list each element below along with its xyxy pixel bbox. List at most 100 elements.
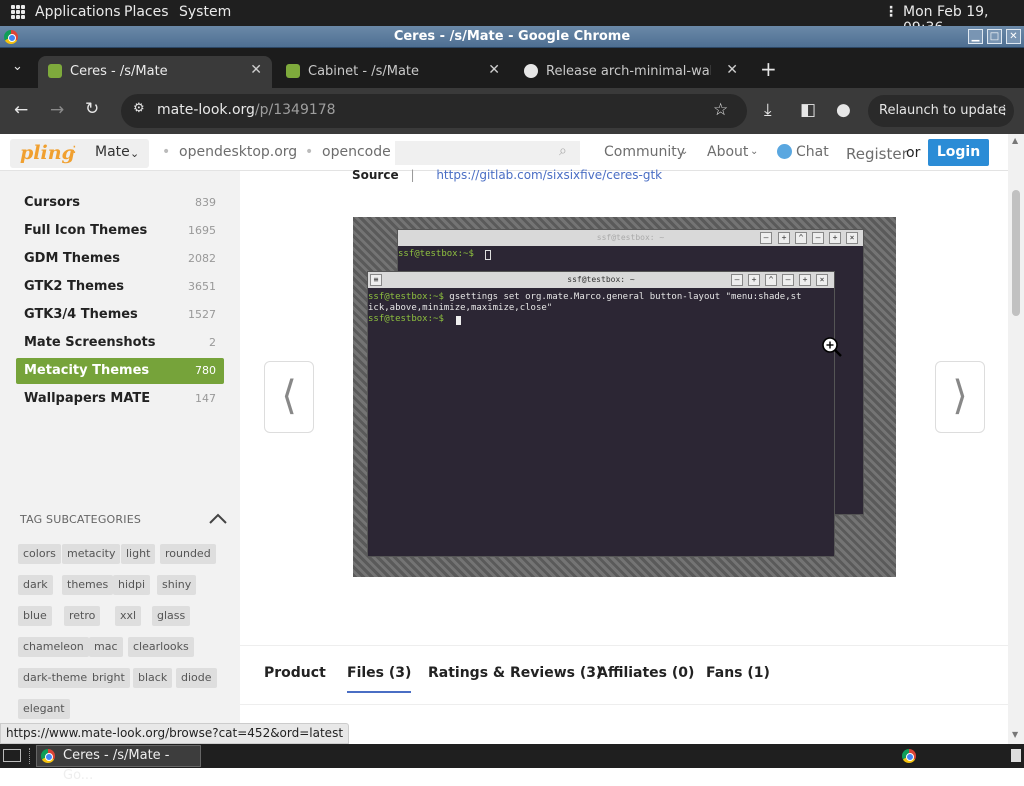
term-above-icon: ^ xyxy=(795,232,807,244)
scroll-up-icon[interactable]: ▲ xyxy=(1012,136,1018,145)
tag-shiny[interactable]: shiny xyxy=(157,575,197,595)
tab-ceres[interactable]: Ceres - /s/Mate ✕ xyxy=(38,56,272,88)
nav-about[interactable]: About xyxy=(707,144,748,160)
category-cursors[interactable]: Cursors 839 xyxy=(16,190,224,216)
chevron-up-icon[interactable] xyxy=(208,512,228,526)
product-screenshot[interactable]: ssf@testbox: ~ – + ^ – + × ssf@testbox:~… xyxy=(353,217,896,577)
tag-light[interactable]: light xyxy=(121,544,156,564)
maximize-icon[interactable]: □ xyxy=(987,29,1002,44)
side-panel-icon[interactable]: ◧ xyxy=(800,100,816,120)
site-info-icon[interactable]: ⚙ xyxy=(133,101,145,116)
tab-search-chevron-icon[interactable]: ⌄ xyxy=(12,59,23,74)
pling-logo[interactable]: pling xyxy=(20,142,75,164)
tab-cabinet[interactable]: Cabinet - /s/Mate ✕ xyxy=(276,56,510,88)
show-desktop-icon[interactable] xyxy=(3,749,21,762)
address-bar[interactable]: ⚙ mate-look.org/p/1349178 ☆ xyxy=(121,94,747,128)
tag-chameleon[interactable]: chameleon xyxy=(18,637,89,657)
tab-affiliates[interactable]: Affiliates (0) xyxy=(597,665,694,681)
chevron-down-icon: ⌄ xyxy=(750,146,759,157)
taskbar-item-chrome[interactable]: Ceres - /s/Mate - Go... xyxy=(36,745,201,783)
tag-blue[interactable]: blue xyxy=(18,606,52,626)
source-link[interactable]: https://gitlab.com/sixsixfive/ceres-gtk xyxy=(436,168,662,182)
tab-product[interactable]: Product xyxy=(264,665,326,681)
scroll-thumb[interactable] xyxy=(1012,190,1020,316)
apps-grid-icon[interactable] xyxy=(11,5,25,19)
tag-themes[interactable]: themes xyxy=(62,575,114,595)
search-input[interactable] xyxy=(395,141,580,165)
window-title-bar[interactable]: Ceres - /s/Mate - Google Chrome ▁ □ ✕ xyxy=(0,26,1024,48)
nav-community[interactable]: Community xyxy=(604,144,685,160)
tab-close-icon[interactable]: ✕ xyxy=(488,62,500,78)
tag-colors[interactable]: colors xyxy=(18,544,61,564)
category-gdm-themes[interactable]: GDM Themes 2082 xyxy=(16,246,224,272)
tab-files[interactable]: Files (3) xyxy=(347,665,412,693)
relaunch-button[interactable]: Relaunch to update ⋮ xyxy=(868,95,1014,127)
section-label[interactable]: Mate xyxy=(95,144,130,160)
profile-icon[interactable]: ● xyxy=(836,100,851,120)
category-gtk34-themes[interactable]: GTK3/4 Themes 1527 xyxy=(16,302,224,328)
logo-separator: : xyxy=(72,141,77,157)
search-icon[interactable]: ⌕ xyxy=(559,143,567,159)
register-link[interactable]: Register xyxy=(846,145,908,163)
tag-mac[interactable]: mac xyxy=(89,637,123,657)
site-switcher[interactable]: pling : Mate ⌄ xyxy=(10,139,149,168)
menu-system[interactable]: System xyxy=(179,4,231,20)
link-opencode[interactable]: opencode.r xyxy=(322,144,392,160)
term-shade-icon: + xyxy=(778,232,790,244)
term-max-icon: + xyxy=(799,274,811,286)
next-image-button[interactable]: ⟩ xyxy=(935,361,985,433)
category-count: 3651 xyxy=(188,280,216,293)
term-min-icon: – xyxy=(812,232,824,244)
prev-image-button[interactable]: ⟨ xyxy=(264,361,314,433)
tag-xxl[interactable]: xxl xyxy=(115,606,142,626)
new-tab-plus-icon[interactable]: + xyxy=(760,57,777,81)
tag-bright[interactable]: bright xyxy=(87,668,130,688)
tab-close-icon[interactable]: ✕ xyxy=(250,62,262,78)
category-wallpapers-mate[interactable]: Wallpapers MATE 147 xyxy=(16,386,224,412)
tag-rounded[interactable]: rounded xyxy=(160,544,216,564)
tag-metacity[interactable]: metacity xyxy=(62,544,121,564)
tab-ratings-reviews[interactable]: Ratings & Reviews (3) xyxy=(428,665,602,681)
category-mate-screenshots[interactable]: Mate Screenshots 2 xyxy=(16,330,224,356)
menu-places[interactable]: Places xyxy=(124,4,169,20)
nav-chat[interactable]: Chat xyxy=(796,144,829,160)
workspace-switcher-icon[interactable] xyxy=(1011,749,1021,762)
reload-icon[interactable]: ↻ xyxy=(85,99,99,119)
tag-elegant[interactable]: elegant xyxy=(18,699,70,719)
category-metacity-themes[interactable]: Metacity Themes 780 xyxy=(16,358,224,384)
tab-label: Cabinet - /s/Mate xyxy=(308,64,420,79)
tab-release[interactable]: Release arch-minimal-wallp ✕ xyxy=(514,56,748,88)
category-count: 1527 xyxy=(188,308,216,321)
menu-applications[interactable]: Applications xyxy=(35,4,121,20)
bookmark-star-icon[interactable]: ☆ xyxy=(713,100,728,120)
minimize-icon[interactable]: ▁ xyxy=(968,29,983,44)
forward-arrow-icon[interactable]: → xyxy=(50,100,64,120)
tag-clearlooks[interactable]: clearlooks xyxy=(128,637,194,657)
back-arrow-icon[interactable]: ← xyxy=(14,100,28,120)
tag-dark[interactable]: dark xyxy=(18,575,53,595)
category-label: Metacity Themes xyxy=(24,363,150,378)
tab-fans[interactable]: Fans (1) xyxy=(706,665,770,681)
tab-close-icon[interactable]: ✕ xyxy=(726,62,738,78)
category-count: 2 xyxy=(209,336,216,349)
tag-dark-theme[interactable]: dark-theme xyxy=(18,668,93,688)
link-opendesktop[interactable]: opendesktop.org xyxy=(179,144,297,160)
download-icon[interactable]: ⤓ xyxy=(764,100,772,120)
chevron-down-icon: ⌄ xyxy=(680,146,689,157)
menu-dots-icon[interactable]: ⋮ xyxy=(998,95,1011,127)
category-gtk2-themes[interactable]: GTK2 Themes 3651 xyxy=(16,274,224,300)
tag-retro[interactable]: retro xyxy=(64,606,101,626)
tray-chrome-icon[interactable] xyxy=(902,749,916,763)
page-scrollbar[interactable]: ▲ ▼ xyxy=(1008,134,1024,744)
close-icon[interactable]: ✕ xyxy=(1006,29,1021,44)
login-button[interactable]: Login xyxy=(928,139,989,166)
category-sidebar: Cursors 839 Full Icon Themes 1695 GDM Them… xyxy=(0,171,240,745)
kebab-menu-icon[interactable]: ⋮ xyxy=(884,4,898,20)
term-close-icon: × xyxy=(846,232,858,244)
tag-black[interactable]: black xyxy=(133,668,173,688)
tag-hidpi[interactable]: hidpi xyxy=(113,575,151,595)
tag-diode[interactable]: diode xyxy=(176,668,217,688)
scroll-down-icon[interactable]: ▼ xyxy=(1012,730,1018,739)
tag-glass[interactable]: glass xyxy=(152,606,191,626)
category-full-icon-themes[interactable]: Full Icon Themes 1695 xyxy=(16,218,224,244)
